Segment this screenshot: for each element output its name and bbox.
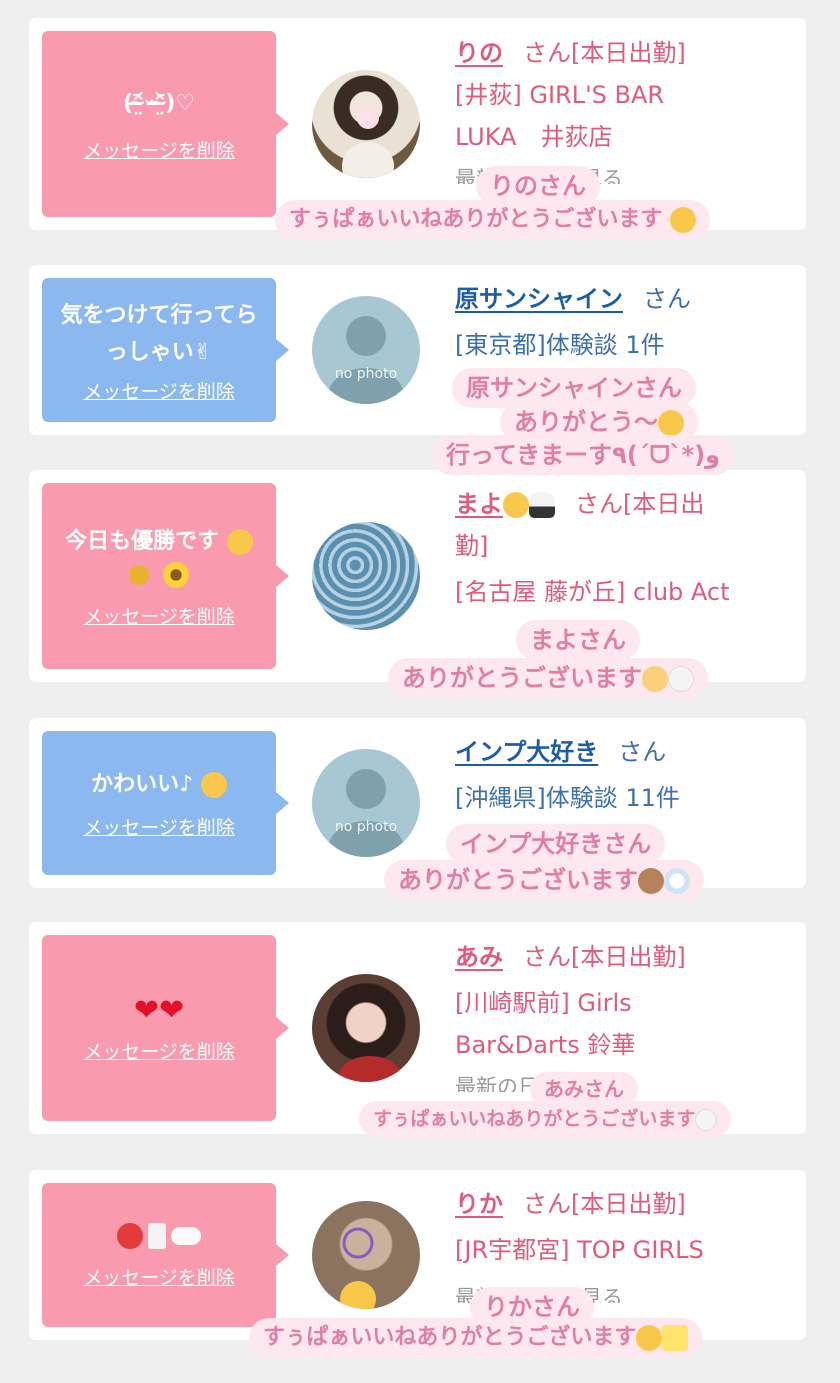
message-card: (ᵔ̴̶̤᷄ᵕᵔ̴̶̤᷅)♡ メッセージを削除 りの さん[本日出勤] [井荻] … — [29, 18, 806, 230]
delete-message-link[interactable]: メッセージを削除 — [83, 1263, 235, 1290]
medal-icon — [129, 565, 150, 585]
shop-line[interactable]: [JR宇都宮] TOP GIRLS — [455, 1229, 796, 1271]
overlay-sticker: インプ大好きさん — [446, 824, 666, 864]
emoji-row — [129, 562, 189, 588]
review-count-link[interactable]: [東京都]体験談 1件 — [455, 324, 796, 366]
message-bubble: 気をつけて行ってらっしゃい✌ メッセージを削除 — [42, 278, 276, 422]
delete-message-link[interactable]: メッセージを削除 — [83, 1037, 235, 1064]
shop-line[interactable]: LUKA 井荻店 — [455, 116, 796, 158]
shop-line[interactable]: Bar&Darts 鈴華 — [455, 1024, 796, 1066]
overlay-sticker: すぅぱぁいいねありがとうございます — [249, 1318, 703, 1358]
name-suffix: さん[本日出勤] — [523, 1190, 686, 1218]
message-text: ❤❤ — [133, 993, 185, 1028]
overlay-sticker: すぅぱぁいいねありがとうございます — [359, 1101, 732, 1137]
avatar-photo — [342, 107, 394, 178]
name-suffix: さん — [643, 285, 691, 313]
message-text — [116, 1221, 202, 1251]
avatar[interactable] — [312, 1201, 420, 1309]
avatar-placeholder-text: no photo — [334, 819, 398, 835]
profile-info: りかさん[本日出勤] [JR宇都宮] TOP GIRLS 最新の日記を見る — [455, 1183, 796, 1303]
name-suffix: さん — [618, 738, 667, 766]
profile-info: インプ大好き さん [沖縄県]体験談 11件 — [455, 731, 796, 819]
no-photo-silhouette-icon — [328, 769, 404, 857]
profile-info: あみさん[本日出勤] [川崎駅前] Girls Bar&Darts 鈴華 最新の… — [455, 936, 796, 1092]
baby-angel-icon — [642, 666, 668, 692]
bubbles-icon — [664, 868, 690, 894]
profile-info: りのさん[本日出勤] [井荻] GIRL'S BAR LUKA 井荻店 最新の日… — [455, 32, 796, 184]
delete-message-link[interactable]: メッセージを削除 — [83, 813, 235, 840]
delete-message-link[interactable]: メッセージを削除 — [83, 602, 235, 629]
rice-ball-icon — [529, 492, 555, 518]
avatar[interactable]: no photo — [312, 296, 420, 404]
avatar-photo — [338, 1056, 402, 1082]
message-bubble: メッセージを削除 — [42, 1183, 276, 1327]
review-count-link[interactable]: [沖縄県]体験談 11件 — [455, 777, 796, 819]
overlay-sticker: 行ってきまーす٩(ˊᗜˋ*)و — [432, 435, 735, 475]
profile-name-link[interactable]: あみ — [455, 943, 503, 971]
avatar-placeholder-text: no photo — [334, 366, 398, 382]
message-text: (ᵔ̴̶̤᷄ᵕᵔ̴̶̤᷅)♡ — [122, 91, 196, 116]
name-suffix: さん[本日出勤] — [523, 39, 686, 67]
profile-name-link[interactable]: インプ大好き — [455, 738, 598, 766]
overlay-sticker: すぅぱぁいいねありがとうございます — [275, 200, 711, 240]
smiling-face-icon — [503, 492, 529, 518]
profile-name-link[interactable]: まよ — [455, 490, 503, 518]
sunflower-icon — [162, 562, 189, 588]
overlay-sticker: まよさん — [516, 620, 640, 660]
shop-line[interactable]: [名古屋 藤が丘] club Act — [455, 571, 796, 613]
message-bubble: ❤❤ メッセージを削除 — [42, 935, 276, 1121]
message-card: メッセージを削除 りかさん[本日出勤] [JR宇都宮] TOP GIRLS 最新… — [29, 1170, 806, 1340]
delete-message-link[interactable]: メッセージを削除 — [83, 136, 235, 163]
partying-face-icon — [636, 1325, 663, 1351]
shop-line[interactable]: [川崎駅前] Girls — [455, 982, 796, 1024]
shop-line[interactable]: [井荻] GIRL'S BAR — [455, 74, 796, 116]
no-photo-silhouette-icon — [328, 316, 404, 404]
profile-name-link[interactable]: りか — [455, 1190, 503, 1218]
overlay-sticker: ありがとうございます — [388, 658, 708, 698]
message-text: 気をつけて行ってらっしゃい✌ — [60, 302, 258, 365]
strawberry-icon — [116, 1223, 143, 1249]
smiling-face-hearts-icon — [658, 410, 684, 436]
avatar[interactable] — [312, 974, 420, 1082]
milk-glass-icon — [148, 1223, 166, 1249]
see-no-evil-monkey-icon — [638, 868, 664, 894]
cloud-icon — [171, 1227, 202, 1245]
white-heart-icon — [668, 666, 694, 692]
name-suffix-cont: 勤] — [455, 532, 489, 560]
overlay-sticker: ありがとうございます — [384, 860, 704, 900]
profile-name-link[interactable]: 原サンシャイン — [455, 285, 623, 313]
sparkles-icon — [662, 1325, 689, 1351]
message-bubble: (ᵔ̴̶̤᷄ᵕᵔ̴̶̤᷅)♡ メッセージを削除 — [42, 31, 276, 217]
delete-message-link[interactable]: メッセージを削除 — [83, 377, 235, 404]
smiling-face-icon — [200, 772, 227, 798]
message-bubble: かわいい♪ メッセージを削除 — [42, 731, 276, 875]
avatar[interactable] — [312, 70, 420, 178]
heart-eyes-icon — [670, 207, 697, 233]
avatar[interactable] — [312, 522, 420, 630]
smiling-face-icon — [226, 529, 253, 555]
name-suffix: さん[本日出 — [575, 490, 705, 518]
profile-info: まよ さん[本日出 勤] [名古屋 藤が丘] club Act — [455, 483, 796, 613]
message-bubble: 今日も優勝です メッセージを削除 — [42, 483, 276, 669]
message-card: 今日も優勝です メッセージを削除 まよ さん[本日出 勤] [名古屋 藤が丘] c… — [29, 470, 806, 682]
avatar-photo — [340, 1227, 376, 1309]
profile-name-link[interactable]: りの — [455, 39, 503, 67]
name-suffix: さん[本日出勤] — [523, 943, 686, 971]
white-heart-icon — [695, 1108, 718, 1131]
avatar[interactable]: no photo — [312, 749, 420, 857]
message-text: かわいい♪ — [91, 766, 227, 803]
message-text: 今日も優勝です — [65, 523, 253, 560]
profile-info: 原サンシャイン さん [東京都]体験談 1件 — [455, 278, 796, 366]
